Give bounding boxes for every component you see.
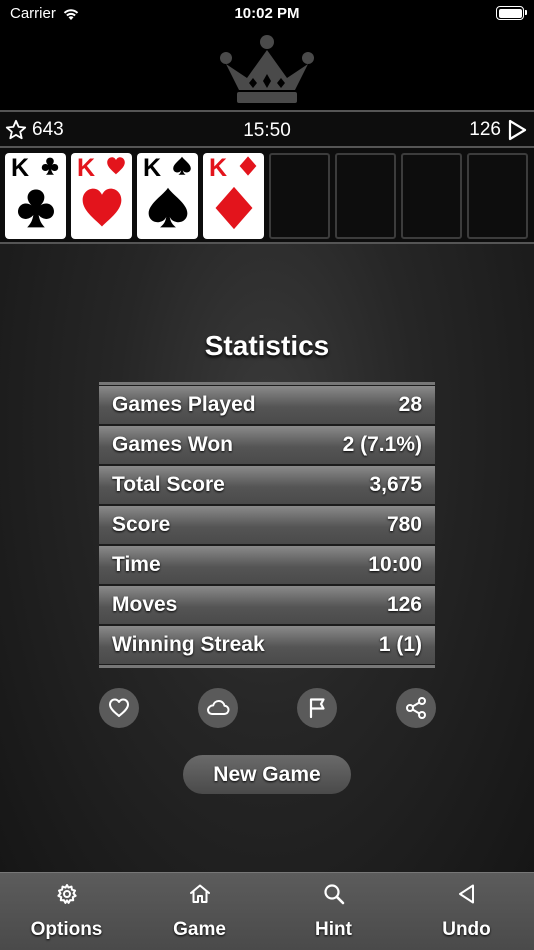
stat-value: 3,675 — [369, 473, 422, 496]
game-timer: 15:50 — [243, 120, 291, 141]
tab-game[interactable]: Game — [133, 873, 266, 950]
challenge-button[interactable] — [297, 688, 337, 728]
stat-label: Games Won — [112, 433, 233, 456]
stat-label: Total Score — [112, 473, 225, 496]
tab-label: Undo — [442, 919, 491, 940]
tab-label: Hint — [315, 919, 352, 940]
tab-hint[interactable]: Hint — [267, 873, 400, 950]
stat-value: 126 — [386, 593, 422, 616]
back-triangle-icon — [458, 884, 474, 904]
empty-card-slot[interactable] — [269, 153, 330, 239]
card-king-of-spades[interactable]: K — [137, 153, 198, 239]
share-icon — [406, 697, 426, 719]
gear-icon — [56, 884, 77, 904]
stat-value: 780 — [386, 513, 422, 536]
status-time: 10:02 PM — [234, 5, 300, 22]
heart-icon — [109, 698, 129, 717]
hearts-icon — [107, 157, 125, 175]
card-rank: K — [209, 154, 228, 182]
new-game-button[interactable]: New Game — [183, 755, 351, 794]
foundation-row: K K K K — [0, 148, 534, 244]
crown-icon — [220, 35, 314, 103]
card-rank: K — [143, 154, 162, 182]
stats-row-moves: Moves 126 — [99, 586, 435, 624]
empty-card-slot[interactable] — [401, 153, 462, 239]
search-icon — [323, 884, 344, 905]
statistics-table: Games Played 28 Games Won 2 (7.1%) Total… — [99, 382, 435, 668]
empty-card-slot[interactable] — [467, 153, 528, 239]
battery-icon — [496, 6, 527, 20]
moves-value: 126 — [469, 119, 501, 140]
clubs-icon — [41, 157, 59, 175]
stats-row-total-score: Total Score 3,675 — [99, 466, 435, 504]
stat-label: Winning Streak — [112, 633, 265, 656]
stat-label: Score — [112, 513, 171, 536]
share-button[interactable] — [396, 688, 436, 728]
score-bar: 643 15:50 126 — [0, 110, 534, 148]
tab-undo[interactable]: Undo — [400, 873, 533, 950]
stat-value: 1 (1) — [378, 633, 422, 656]
cloud-button[interactable] — [198, 688, 238, 728]
stat-value: 2 (7.1%) — [342, 433, 422, 456]
stats-row-games-won: Games Won 2 (7.1%) — [99, 426, 435, 464]
card-rank: K — [11, 154, 30, 182]
stat-label: Moves — [112, 593, 178, 616]
card-king-of-diamonds[interactable]: K — [203, 153, 264, 239]
card-king-of-hearts[interactable]: K — [71, 153, 132, 239]
favorite-button[interactable] — [99, 688, 139, 728]
cloud-icon — [207, 700, 230, 715]
stats-row-winning-streak: Winning Streak 1 (1) — [99, 626, 435, 664]
statistics-title: Statistics — [204, 330, 330, 361]
stats-row-score: Score 780 — [99, 506, 435, 544]
clubs-icon — [17, 189, 55, 228]
stats-row-games-played: Games Played 28 — [99, 386, 435, 424]
tab-bar: Options Game Hint Undo — [0, 872, 534, 950]
tab-label: Game — [173, 919, 226, 940]
diamonds-icon — [215, 186, 253, 230]
hearts-icon — [82, 188, 122, 227]
status-bar: Carrier 10:02 PM — [0, 0, 534, 28]
stat-value: 28 — [398, 393, 422, 416]
stat-label: Games Played — [112, 393, 256, 416]
tab-options[interactable]: Options — [0, 873, 133, 950]
card-rank: K — [77, 154, 96, 182]
tab-label: Options — [30, 919, 103, 940]
empty-card-slot[interactable] — [335, 153, 396, 239]
diamonds-icon — [239, 156, 257, 176]
spades-icon — [173, 156, 191, 175]
card-king-of-clubs[interactable]: K — [5, 153, 66, 239]
stats-row-time: Time 10:00 — [99, 546, 435, 584]
stat-label: Time — [112, 553, 161, 576]
flag-icon — [309, 698, 325, 719]
stat-value: 10:00 — [368, 553, 422, 576]
spades-icon — [148, 187, 188, 228]
moves-counter[interactable]: 126 — [469, 119, 527, 141]
home-icon — [189, 884, 210, 903]
header — [0, 28, 534, 110]
play-icon[interactable] — [507, 119, 527, 141]
